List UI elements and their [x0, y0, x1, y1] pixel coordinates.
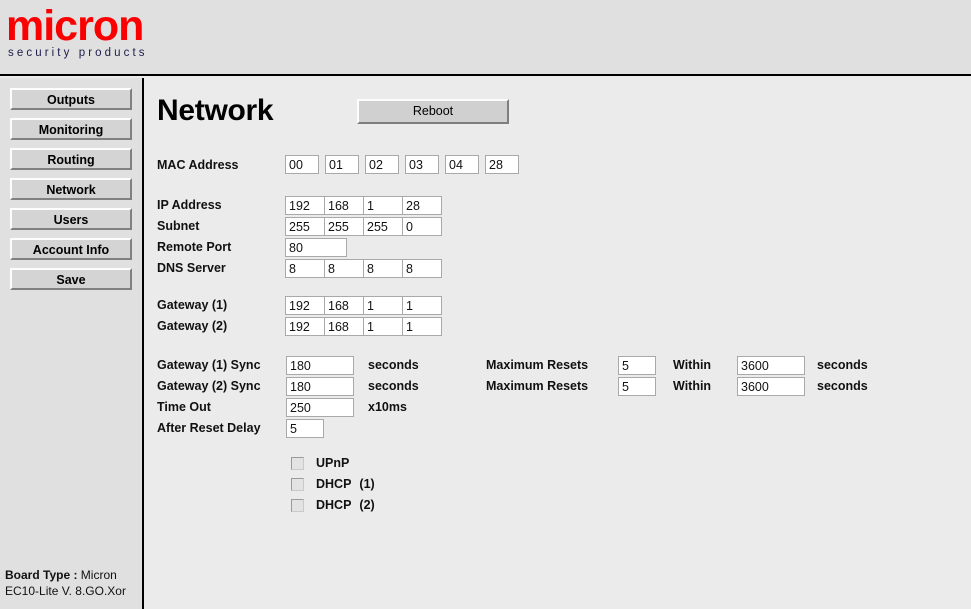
- mac-byte-2[interactable]: [325, 155, 359, 174]
- subnet-octet-4[interactable]: [402, 217, 442, 236]
- dhcp-2-checkbox-row: DHCP (2): [291, 498, 375, 512]
- app-window: micron security products Outputs Monitor…: [0, 0, 971, 609]
- gateway-1-octet-4[interactable]: [402, 296, 442, 315]
- mac-byte-4[interactable]: [405, 155, 439, 174]
- timeout-input[interactable]: [286, 398, 354, 417]
- ip-octet-3[interactable]: [363, 196, 403, 215]
- dns-octet-1[interactable]: [285, 259, 325, 278]
- mac-byte-1[interactable]: [285, 155, 319, 174]
- reboot-button[interactable]: Reboot: [357, 99, 509, 124]
- brand-logo-wordmark: micron: [6, 2, 144, 50]
- sidebar-item-users[interactable]: Users: [10, 208, 132, 230]
- dns-octet-2[interactable]: [324, 259, 364, 278]
- sidebar-item-routing[interactable]: Routing: [10, 148, 132, 170]
- sidebar-item-outputs[interactable]: Outputs: [10, 88, 132, 110]
- gateway-2-sync-label: Gateway (2) Sync: [157, 379, 261, 393]
- sidebar-item-save[interactable]: Save: [10, 268, 132, 290]
- ip-address-label: IP Address: [157, 198, 222, 212]
- maximum-resets-2-input[interactable]: [618, 377, 656, 396]
- subnet-label: Subnet: [157, 219, 200, 233]
- upnp-label: UPnP: [316, 456, 350, 470]
- gateway-1-sync-input[interactable]: [286, 356, 354, 375]
- subnet-octet-2[interactable]: [324, 217, 364, 236]
- upnp-checkbox-row: UPnP: [291, 456, 357, 470]
- gateway-1-sync-label: Gateway (1) Sync: [157, 358, 261, 372]
- dhcp-1-label: DHCP: [316, 477, 352, 491]
- main-content: Network Reboot MAC Address IP Address Su…: [146, 78, 971, 609]
- board-info: Board Type : Micron EC10-Lite V. 8.GO.Xo…: [5, 567, 126, 599]
- dhcp-1-checkbox-row: DHCP (1): [291, 477, 375, 491]
- mac-byte-6[interactable]: [485, 155, 519, 174]
- gateway-2-label: Gateway (2): [157, 319, 228, 333]
- gateway-1-octet-3[interactable]: [363, 296, 403, 315]
- mac-address-label: MAC Address: [157, 158, 239, 172]
- dhcp-2-checkbox[interactable]: [291, 498, 304, 512]
- dhcp-1-suffix: (1): [359, 477, 375, 491]
- mac-byte-5[interactable]: [445, 155, 479, 174]
- gateway-1-sync-unit: seconds: [368, 358, 419, 372]
- sidebar: Outputs Monitoring Routing Network Users…: [0, 78, 144, 609]
- remote-port-input[interactable]: [285, 238, 347, 257]
- maximum-resets-1-within-label: Within: [673, 358, 712, 372]
- board-type-line: Board Type : Micron: [5, 567, 126, 583]
- gateway-2-sync-unit: seconds: [368, 379, 419, 393]
- maximum-resets-1-label: Maximum Resets: [486, 358, 589, 372]
- sidebar-item-account-info[interactable]: Account Info: [10, 238, 132, 260]
- mac-byte-3[interactable]: [365, 155, 399, 174]
- dhcp-2-label: DHCP: [316, 498, 352, 512]
- remote-port-label: Remote Port: [157, 240, 232, 254]
- after-reset-delay-label: After Reset Delay: [157, 421, 261, 435]
- gateway-1-label: Gateway (1): [157, 298, 228, 312]
- timeout-label: Time Out: [157, 400, 211, 414]
- maximum-resets-1-input[interactable]: [618, 356, 656, 375]
- gateway-1-octet-2[interactable]: [324, 296, 364, 315]
- sidebar-nav: Outputs Monitoring Routing Network Users…: [0, 88, 142, 298]
- maximum-resets-1-within-input[interactable]: [737, 356, 805, 375]
- maximum-resets-2-unit: seconds: [817, 379, 868, 393]
- dns-octet-3[interactable]: [363, 259, 403, 278]
- maximum-resets-2-label: Maximum Resets: [486, 379, 589, 393]
- dns-server-label: DNS Server: [157, 261, 226, 275]
- ip-octet-1[interactable]: [285, 196, 325, 215]
- page-title: Network: [157, 94, 274, 127]
- page-header: micron security products: [0, 0, 971, 76]
- maximum-resets-2-within-input[interactable]: [737, 377, 805, 396]
- board-type-value: Micron: [80, 568, 117, 582]
- ip-octet-2[interactable]: [324, 196, 364, 215]
- subnet-octet-1[interactable]: [285, 217, 325, 236]
- board-version: EC10-Lite V. 8.GO.Xor: [5, 584, 126, 598]
- maximum-resets-2-within-label: Within: [673, 379, 712, 393]
- gateway-2-octet-2[interactable]: [324, 317, 364, 336]
- sidebar-item-network[interactable]: Network: [10, 178, 132, 200]
- brand-logo-tagline: security products: [8, 47, 148, 59]
- timeout-unit: x10ms: [368, 400, 407, 414]
- upnp-checkbox[interactable]: [291, 456, 304, 470]
- maximum-resets-1-unit: seconds: [817, 358, 868, 372]
- dhcp-2-suffix: (2): [359, 498, 375, 512]
- sidebar-item-monitoring[interactable]: Monitoring: [10, 118, 132, 140]
- gateway-2-octet-4[interactable]: [402, 317, 442, 336]
- gateway-2-sync-input[interactable]: [286, 377, 354, 396]
- dns-octet-4[interactable]: [402, 259, 442, 278]
- gateway-2-octet-3[interactable]: [363, 317, 403, 336]
- gateway-1-octet-1[interactable]: [285, 296, 325, 315]
- after-reset-delay-input[interactable]: [286, 419, 324, 438]
- subnet-octet-3[interactable]: [363, 217, 403, 236]
- board-type-label: Board Type :: [5, 568, 78, 582]
- ip-octet-4[interactable]: [402, 196, 442, 215]
- dhcp-1-checkbox[interactable]: [291, 477, 304, 491]
- gateway-2-octet-1[interactable]: [285, 317, 325, 336]
